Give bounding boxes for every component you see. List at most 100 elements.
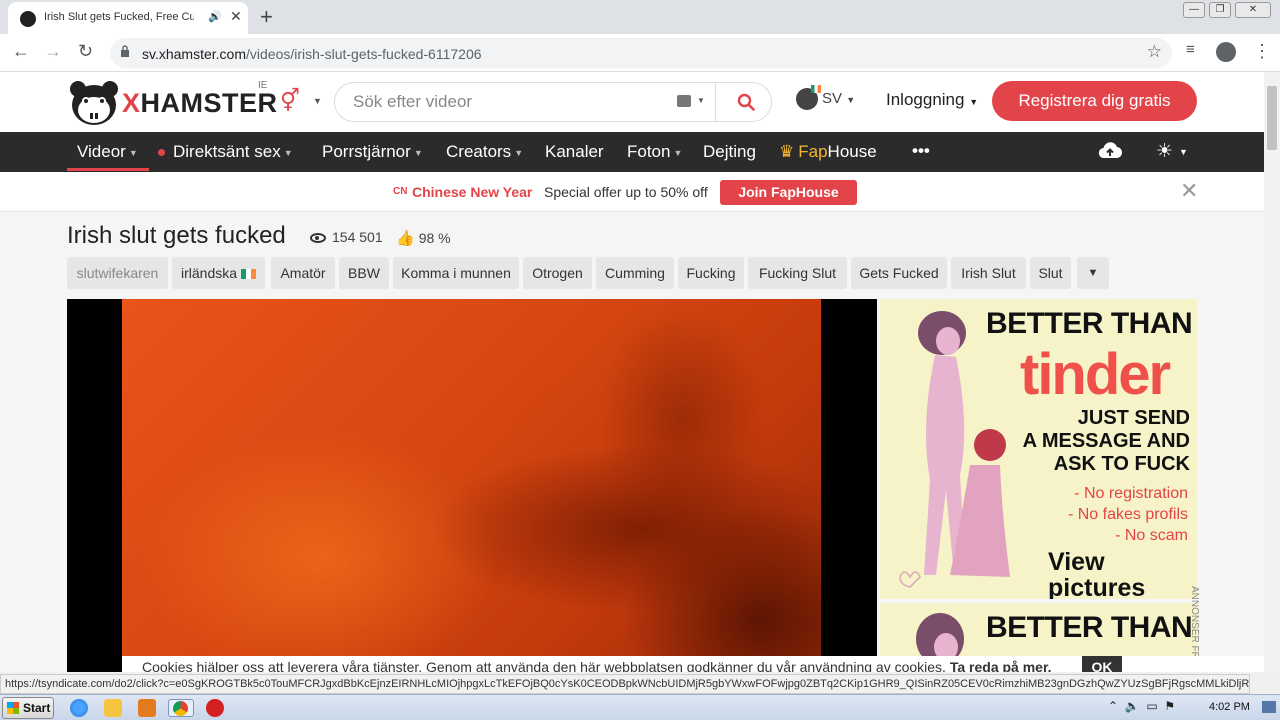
scrollbar-thumb[interactable] — [1267, 86, 1277, 150]
stop-icon[interactable] — [206, 699, 224, 717]
minimize-window-button[interactable]: — — [1183, 2, 1205, 18]
taskbar: Start ⌃ 🔈 ▭ ⚑ 4:02 PM — [0, 694, 1280, 720]
ireland-flag-icon — [241, 269, 257, 280]
tag-gets-fucked[interactable]: Gets Fucked — [851, 257, 947, 289]
tag-uploader[interactable]: slutwifekaren — [67, 257, 168, 289]
address-bar[interactable]: sv.xhamster.com/videos/irish-slut-gets-f… — [110, 38, 1172, 68]
lock-icon — [121, 45, 129, 57]
folder-icon[interactable] — [104, 699, 122, 717]
clock: 4:02 PM — [1209, 701, 1250, 713]
join-faphouse-button[interactable]: Join FapHouse — [720, 180, 857, 205]
view-count: 154 501 — [310, 229, 383, 245]
ad-headline: BETTER THAN — [986, 611, 1193, 644]
eye-icon — [310, 233, 326, 244]
reload-icon[interactable]: ↻ — [78, 41, 93, 62]
promo-banner: CN Chinese New Year Special offer up to … — [0, 172, 1264, 212]
ad-headline: BETTER THAN — [986, 307, 1193, 340]
theme-toggle-icon[interactable]: ☀ ▼ — [1156, 140, 1188, 163]
login-button[interactable]: Inloggning ▼ — [886, 90, 978, 110]
browser-tab[interactable]: Irish Slut gets Fucked, Free Cum 🔊 ✕ — [8, 2, 248, 34]
hamster-logo-icon[interactable] — [68, 80, 120, 126]
tab-title: Irish Slut gets Fucked, Free Cum — [44, 11, 194, 23]
profile-avatar-icon[interactable] — [1216, 42, 1236, 62]
forward-arrow-icon[interactable]: → — [44, 41, 62, 62]
nav-item-dating[interactable]: Dejting — [703, 142, 756, 162]
system-tray-icons[interactable]: ⌃ 🔈 ▭ ⚑ — [1108, 699, 1175, 713]
tag-cum-in-mouth[interactable]: Komma i munnen — [393, 257, 519, 289]
browser-menu-icon[interactable]: ⋮ — [1253, 41, 1271, 62]
start-button[interactable]: Start — [2, 697, 54, 719]
nav-item-pornstars[interactable]: Porrstjärnor ▼ — [322, 142, 423, 162]
tag-cheating[interactable]: Otrogen — [523, 257, 592, 289]
media-player-icon[interactable] — [138, 699, 156, 717]
gender-filter-icon[interactable]: ⚥ — [280, 88, 300, 114]
chevron-down-icon[interactable]: ▼ — [697, 96, 705, 105]
rating: 👍 98 % — [396, 230, 451, 247]
browser-tab-strip: Irish Slut gets Fucked, Free Cum 🔊 ✕ + —… — [0, 0, 1280, 34]
chevron-down-icon: ▼ — [846, 94, 856, 105]
search-icon[interactable] — [737, 93, 755, 111]
site-logo-text[interactable]: XHAMSTER — [122, 88, 278, 119]
active-nav-indicator — [67, 168, 149, 171]
learn-more-link[interactable]: Ta reda på mer. — [950, 659, 1052, 672]
globe-icon — [796, 85, 821, 110]
register-button[interactable]: Registrera dig gratis — [992, 81, 1197, 121]
tag-fucking-slut[interactable]: Fucking Slut — [748, 257, 847, 289]
tag-amateur[interactable]: Amatör — [271, 257, 335, 289]
main-nav: Videor ▼ Direktsänt sex ▼ Porrstjärnor ▼ Cr… — [0, 132, 1264, 172]
browser-toolbar: ← → ↻ sv.xhamster.com/videos/irish-slut-… — [0, 34, 1280, 72]
video-title: Irish slut gets fucked — [67, 222, 286, 249]
new-tab-icon[interactable]: + — [260, 4, 273, 30]
close-icon[interactable]: ✕ — [1180, 178, 1198, 204]
cookie-ok-button[interactable]: OK — [1082, 656, 1122, 672]
nav-item-photos[interactable]: Foton ▼ — [627, 142, 682, 162]
search-box: ▼ — [334, 82, 772, 122]
nav-item-creators[interactable]: Creators ▼ — [446, 142, 523, 162]
tab-close-icon[interactable]: ✕ — [230, 8, 242, 25]
cn-badge: CN — [393, 186, 408, 197]
page-scrollbar[interactable] — [1264, 72, 1280, 672]
ad-brand: tinder — [1020, 342, 1171, 407]
thumbs-up-icon: 👍 — [396, 230, 415, 247]
tag-irish[interactable]: irländska — [172, 257, 265, 289]
tag-irish-slut[interactable]: Irish Slut — [951, 257, 1026, 289]
tag-slut[interactable]: Slut — [1030, 257, 1071, 289]
search-input[interactable] — [353, 91, 653, 113]
bookmark-star-icon[interactable]: ☆ — [1147, 42, 1162, 62]
nav-more-icon[interactable]: ••• — [912, 141, 930, 161]
nav-item-live-sex[interactable]: Direktsänt sex ▼ — [158, 142, 293, 162]
chevron-down-icon: ▼ — [969, 97, 979, 107]
tag-bbw[interactable]: BBW — [339, 257, 389, 289]
expand-tags-chevron-icon[interactable]: ▼ — [1077, 257, 1109, 289]
nav-item-videos[interactable]: Videor ▼ — [77, 142, 138, 162]
show-desktop-icon[interactable] — [1262, 701, 1276, 713]
url-text: sv.xhamster.com/videos/irish-slut-gets-f… — [142, 46, 482, 62]
chevron-down-icon[interactable]: ▼ — [313, 96, 322, 106]
back-arrow-icon[interactable]: ← — [12, 41, 30, 62]
language-selector[interactable]: SV ▼ — [796, 85, 856, 110]
ad-illustration-icon — [899, 311, 1010, 588]
advertisement[interactable]: BETTER THAN tinder JUST SEND A MESSAGE AN… — [880, 299, 1197, 599]
crown-icon: ♛ — [779, 142, 795, 161]
cookie-notice: Cookies hjälper oss att leverera våra tj… — [122, 656, 1264, 672]
tag-cumming[interactable]: Cumming — [596, 257, 674, 289]
close-window-button[interactable]: ✕ — [1235, 2, 1271, 18]
restore-window-button[interactable]: ❐ — [1209, 2, 1231, 18]
camera-search-icon[interactable] — [677, 95, 691, 107]
nav-item-faphouse[interactable]: ♛ FapHouse — [779, 142, 877, 162]
chrome-taskbar-button[interactable] — [168, 699, 194, 717]
speaker-icon[interactable]: 🔊 — [208, 10, 222, 23]
xhamster-favicon-icon — [20, 11, 36, 27]
upload-cloud-icon[interactable] — [1098, 140, 1122, 162]
media-control-icon[interactable]: ≡ — [1186, 41, 1195, 58]
promo-title: Chinese New Year — [412, 184, 533, 200]
internet-explorer-icon[interactable] — [70, 699, 88, 717]
ad-bullets: - No registration - No fakes profils - No … — [1067, 485, 1188, 544]
ad-cta[interactable]: View pictures — [1048, 549, 1197, 599]
ad-copy: JUST SEND A MESSAGE AND ASK TO FUCK — [1022, 407, 1190, 475]
video-frame — [122, 299, 821, 672]
video-player[interactable] — [67, 299, 877, 672]
promo-offer-text: Special offer up to 50% off — [544, 184, 708, 200]
nav-item-channels[interactable]: Kanaler — [545, 142, 604, 162]
tag-fucking[interactable]: Fucking — [678, 257, 744, 289]
